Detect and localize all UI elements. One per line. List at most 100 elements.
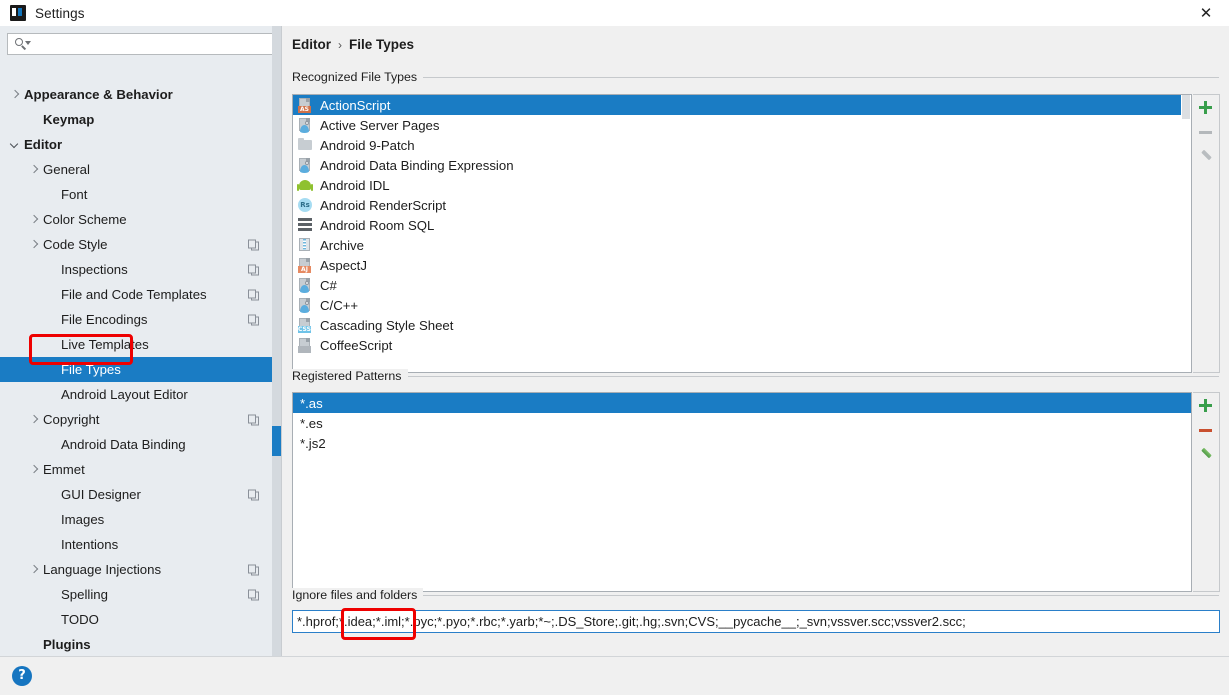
file-type-row[interactable]: Android Room SQL [293, 215, 1191, 235]
copy-settings-icon[interactable] [248, 314, 259, 325]
no-chevron [45, 263, 58, 276]
copy-settings-icon[interactable] [248, 289, 259, 300]
sidebar-item-language-injections[interactable]: Language Injections [0, 557, 273, 582]
file-type-row[interactable]: AJ AspectJ [293, 255, 1191, 275]
chevron-right-icon[interactable] [8, 88, 21, 101]
pattern-value: *.js2 [300, 435, 326, 451]
file-type-name: Android RenderScript [320, 197, 447, 213]
copy-settings-icon[interactable] [248, 489, 259, 500]
file-type-row[interactable]: Active Server Pages [293, 115, 1191, 135]
sidebar-item-copyright[interactable]: Copyright [0, 407, 273, 432]
coffeescript-file-icon [298, 337, 313, 353]
file-type-row[interactable]: Rs Android RenderScript [293, 195, 1191, 215]
copy-settings-icon[interactable] [248, 239, 259, 250]
settings-dialog: Settings ✕ Appearance & Behavior Keymap Ed… [0, 0, 1229, 695]
registered-patterns-list[interactable]: *.as *.es *.js2 [292, 392, 1192, 592]
copy-settings-icon[interactable] [248, 564, 259, 575]
edit-file-type-button[interactable] [1193, 145, 1218, 170]
sidebar-item-file-types[interactable]: File Types [0, 357, 273, 382]
remove-file-type-button[interactable] [1193, 120, 1218, 145]
sidebar-item-android-data-binding[interactable]: Android Data Binding [0, 432, 273, 457]
sidebar-item-font[interactable]: Font [0, 182, 273, 207]
pattern-row[interactable]: *.es [293, 413, 1191, 433]
pattern-row[interactable]: *.as [293, 393, 1191, 413]
pattern-row[interactable]: *.js2 [293, 433, 1191, 453]
sidebar-item-label: Inspections [61, 262, 128, 277]
copy-settings-icon[interactable] [248, 589, 259, 600]
breadcrumb: Editor › File Types [292, 37, 414, 52]
sidebar-item-appearance-behavior[interactable]: Appearance & Behavior [0, 82, 273, 107]
no-chevron [45, 188, 58, 201]
remove-pattern-button[interactable] [1193, 418, 1218, 443]
file-type-row[interactable]: Android Data Binding Expression [293, 155, 1191, 175]
title-bar: Settings ✕ [0, 0, 1229, 26]
chevron-right-icon[interactable] [27, 163, 40, 176]
file-type-name: Android IDL [320, 177, 390, 193]
chevron-right-icon[interactable] [27, 413, 40, 426]
file-types-scrollbar-thumb[interactable] [1182, 95, 1190, 119]
sidebar-item-android-layout-editor[interactable]: Android Layout Editor [0, 382, 273, 407]
copy-settings-icon[interactable] [248, 264, 259, 275]
sidebar-item-todo[interactable]: TODO [0, 607, 273, 632]
sidebar-item-file-and-code-templates[interactable]: File and Code Templates [0, 282, 273, 307]
sidebar-item-label: File Encodings [61, 312, 148, 327]
file-type-row[interactable]: AS ActionScript [293, 95, 1191, 115]
csharp-file-icon [298, 277, 313, 293]
edit-pattern-button[interactable] [1193, 443, 1218, 468]
sidebar-item-label: Appearance & Behavior [24, 87, 173, 102]
recognized-file-types-list[interactable]: AS ActionScript Active Server Pages Android… [292, 94, 1192, 373]
chevron-right-icon[interactable] [27, 213, 40, 226]
sidebar-item-live-templates[interactable]: Live Templates [0, 332, 273, 357]
add-file-type-button[interactable] [1193, 95, 1218, 120]
chevron-right-icon[interactable] [27, 463, 40, 476]
search-field[interactable] [7, 33, 275, 55]
sidebar-item-label: File Types [61, 362, 121, 377]
breadcrumb-parent[interactable]: Editor [292, 37, 331, 52]
file-type-name: Android Room SQL [320, 217, 435, 233]
file-type-row[interactable]: CoffeeScript [293, 335, 1191, 355]
sidebar-item-keymap[interactable]: Keymap [0, 107, 273, 132]
sidebar-item-plugins[interactable]: Plugins [0, 632, 273, 656]
file-type-row[interactable]: C# [293, 275, 1191, 295]
sidebar-item-images[interactable]: Images [0, 507, 273, 532]
sidebar-item-code-style[interactable]: Code Style [0, 232, 273, 257]
chevron-right-icon[interactable] [27, 238, 40, 251]
help-icon[interactable]: ? [12, 666, 32, 686]
sidebar-item-editor[interactable]: Editor [0, 132, 273, 157]
sidebar-item-inspections[interactable]: Inspections [0, 257, 273, 282]
file-type-row[interactable]: C/C++ [293, 295, 1191, 315]
sidebar-item-label: Android Layout Editor [61, 387, 188, 402]
no-chevron [45, 363, 58, 376]
chevron-down-icon[interactable] [8, 138, 21, 151]
file-types-scrollbar[interactable] [1181, 95, 1191, 372]
plus-icon [1199, 399, 1212, 412]
sidebar-scrollbar[interactable] [272, 26, 281, 656]
file-type-row[interactable]: Android 9-Patch [293, 135, 1191, 155]
sidebar-item-file-encodings[interactable]: File Encodings [0, 307, 273, 332]
file-type-row[interactable]: CSS Cascading Style Sheet [293, 315, 1191, 335]
close-icon[interactable]: ✕ [1183, 0, 1229, 26]
sidebar-item-label: File and Code Templates [61, 287, 207, 302]
add-pattern-button[interactable] [1193, 393, 1218, 418]
sidebar-item-gui-designer[interactable]: GUI Designer [0, 482, 273, 507]
sidebar-item-label: Keymap [43, 112, 95, 127]
sidebar-item-label: General [43, 162, 90, 177]
sidebar-item-emmet[interactable]: Emmet [0, 457, 273, 482]
settings-tree: Appearance & Behavior Keymap Editor General… [0, 82, 273, 656]
sidebar-item-color-scheme[interactable]: Color Scheme [0, 207, 273, 232]
ignore-files-input[interactable]: *.hprof;*.idea;*.iml;*.pyc;*.pyo;*.rbc;*… [292, 610, 1220, 633]
no-chevron [45, 538, 58, 551]
file-type-row[interactable]: Android IDL [293, 175, 1191, 195]
copy-settings-icon[interactable] [248, 414, 259, 425]
search-input[interactable] [31, 36, 274, 52]
sidebar-item-label: Editor [24, 137, 63, 152]
sidebar-item-general[interactable]: General [0, 157, 273, 182]
no-chevron [27, 113, 40, 126]
chevron-right-icon[interactable] [27, 563, 40, 576]
sidebar-item-label: Plugins [43, 637, 91, 652]
css-file-icon: CSS [298, 317, 313, 333]
sidebar-item-spelling[interactable]: Spelling [0, 582, 273, 607]
file-type-row[interactable]: Archive [293, 235, 1191, 255]
sidebar-scrollbar-thumb[interactable] [272, 426, 281, 456]
sidebar-item-intentions[interactable]: Intentions [0, 532, 273, 557]
